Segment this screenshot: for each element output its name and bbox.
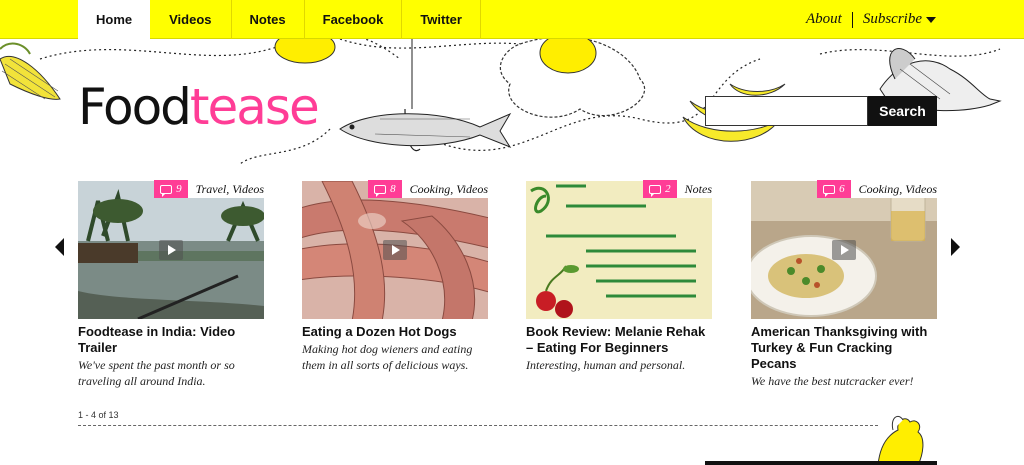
top-nav-bar: Home Videos Notes Facebook Twitter About… bbox=[0, 0, 1024, 39]
post-categories[interactable]: Cooking, Videos bbox=[851, 182, 937, 197]
post-title[interactable]: American Thanksgiving with Turkey & Fun … bbox=[751, 324, 937, 372]
comment-count: 8 bbox=[390, 183, 396, 195]
carousel-prev-icon[interactable] bbox=[55, 238, 64, 256]
post-description: Interesting, human and personal. bbox=[526, 358, 686, 372]
comment-count-badge[interactable]: 6 bbox=[817, 180, 851, 198]
post-meta: 2 Notes bbox=[643, 180, 712, 198]
post-card: 9 Travel, Videos Foodtease in India: Vid… bbox=[78, 180, 264, 389]
about-link[interactable]: About bbox=[806, 0, 842, 39]
post-card: 2 Notes Book Review: Melanie Rehak – Eat… bbox=[526, 180, 712, 373]
comment-icon bbox=[374, 184, 387, 197]
egg-icon bbox=[499, 39, 646, 118]
dotted-line bbox=[339, 39, 521, 49]
comment-count: 9 bbox=[176, 183, 182, 195]
search-form: Search bbox=[705, 96, 937, 126]
thumbnail-image bbox=[526, 181, 712, 319]
carousel-next-icon[interactable] bbox=[951, 238, 960, 256]
tab-twitter[interactable]: Twitter bbox=[402, 0, 481, 39]
lemon-icon bbox=[274, 39, 336, 64]
post-categories[interactable]: Notes bbox=[677, 182, 712, 197]
main-nav: Home Videos Notes Facebook Twitter bbox=[78, 0, 481, 39]
logo-food: Food bbox=[78, 78, 192, 136]
play-icon[interactable] bbox=[159, 240, 183, 260]
post-card: 8 Cooking, Videos Eating a Dozen Hot Dog… bbox=[302, 180, 488, 373]
search-input[interactable] bbox=[705, 96, 868, 126]
fish-icon bbox=[339, 39, 512, 152]
comment-count: 2 bbox=[665, 183, 671, 195]
comment-count-badge[interactable]: 2 bbox=[643, 180, 677, 198]
comment-icon bbox=[823, 184, 836, 197]
dotted-divider bbox=[78, 425, 878, 426]
post-meta: 6 Cooking, Videos bbox=[817, 180, 937, 198]
tab-videos[interactable]: Videos bbox=[150, 0, 232, 39]
search-button[interactable]: Search bbox=[868, 96, 937, 126]
logo-tease: tease bbox=[189, 78, 320, 136]
post-categories[interactable]: Travel, Videos bbox=[188, 182, 264, 197]
subscribe-link[interactable]: Subscribe bbox=[863, 0, 922, 39]
post-description: We have the best nutcracker ever! bbox=[751, 374, 914, 388]
play-icon[interactable] bbox=[832, 240, 856, 260]
post-thumbnail[interactable] bbox=[302, 181, 488, 319]
post-title[interactable]: Foodtease in India: Video Trailer bbox=[78, 324, 264, 356]
post-title[interactable]: Eating a Dozen Hot Dogs bbox=[302, 324, 488, 340]
tab-home[interactable]: Home bbox=[78, 0, 151, 39]
caret-down-icon[interactable] bbox=[926, 16, 936, 23]
post-thumbnail[interactable] bbox=[751, 181, 937, 319]
dotted-line bbox=[39, 39, 401, 60]
post-description: Making hot dog wieners and eating them i… bbox=[302, 342, 473, 372]
site-logo[interactable]: Foodtease bbox=[78, 82, 320, 132]
comment-count-badge[interactable]: 9 bbox=[154, 180, 188, 198]
tab-facebook[interactable]: Facebook bbox=[305, 0, 403, 39]
tab-notes[interactable]: Notes bbox=[232, 0, 305, 39]
comment-count-badge[interactable]: 8 bbox=[368, 180, 402, 198]
post-title[interactable]: Book Review: Melanie Rehak – Eating For … bbox=[526, 324, 712, 356]
utility-links: About Subscribe bbox=[806, 0, 936, 39]
post-thumbnail[interactable] bbox=[526, 181, 712, 319]
comment-icon bbox=[649, 184, 662, 197]
post-categories[interactable]: Cooking, Videos bbox=[402, 182, 488, 197]
corn-icon bbox=[0, 42, 61, 100]
comment-icon bbox=[160, 184, 173, 197]
post-description: We've spent the past month or so traveli… bbox=[78, 358, 235, 388]
hand-icon bbox=[877, 415, 924, 465]
divider bbox=[851, 11, 853, 28]
post-thumbnail[interactable] bbox=[78, 181, 264, 319]
pagination-count: 1 - 4 of 13 bbox=[78, 410, 119, 420]
comment-count: 6 bbox=[839, 183, 845, 195]
post-meta: 9 Travel, Videos bbox=[154, 180, 264, 198]
play-icon[interactable] bbox=[383, 240, 407, 260]
footer-bar bbox=[705, 461, 937, 465]
post-card: 6 Cooking, Videos American Thanksgiving … bbox=[751, 180, 937, 389]
post-meta: 8 Cooking, Videos bbox=[368, 180, 488, 198]
